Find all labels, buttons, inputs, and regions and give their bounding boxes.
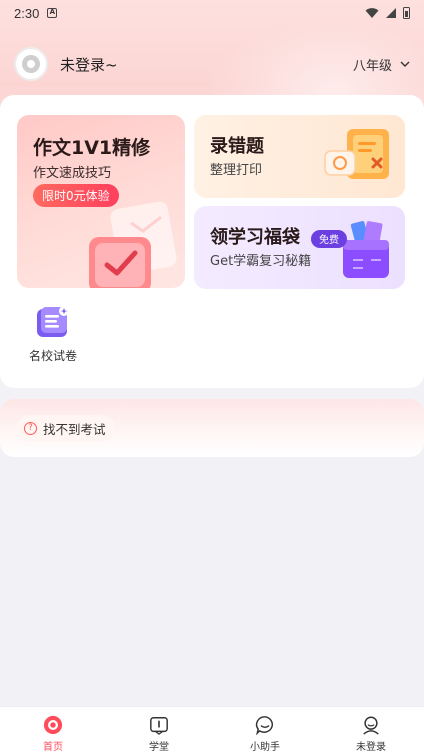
signal-icon [386, 8, 396, 18]
nav-profile[interactable]: 未登录 [318, 707, 424, 753]
avatar-placeholder-icon [22, 55, 40, 73]
exam-not-found-label: 找不到考试 [43, 422, 106, 437]
status-time: 2:30 [14, 5, 40, 21]
feature-panel: 作文1V1精修 作文速成技巧 限时0元体验 录错题 整理打印 领学习福袋 Get… [0, 95, 424, 388]
camera-document-icon [324, 129, 389, 179]
nav-assistant[interactable]: 小助手 [212, 707, 318, 753]
login-status[interactable]: 未登录~ [60, 54, 118, 75]
nav-home-label: 首页 [43, 742, 63, 753]
gift-bag-card[interactable]: 领学习福袋 Get学霸复习秘籍 免费 [194, 206, 405, 289]
avatar[interactable] [14, 47, 48, 81]
battery-icon [403, 7, 410, 19]
book-icon [150, 717, 168, 735]
profile-icon [363, 716, 379, 735]
record-errors-subtitle: 整理打印 [210, 163, 263, 178]
wifi-icon [365, 8, 379, 18]
school-papers-entry[interactable]: 名校试卷 [24, 305, 82, 371]
school-papers-label: 名校试卷 [28, 349, 77, 363]
gift-box-icon: 免费 [311, 221, 389, 278]
essay-illustration-icon [89, 201, 177, 288]
essay-subtitle: 作文速成技巧 [33, 166, 112, 181]
nav-classroom[interactable]: 学堂 [106, 707, 212, 753]
nav-assistant-label: 小助手 [250, 742, 280, 753]
nav-classroom-label: 学堂 [149, 742, 169, 753]
nav-profile-label: 未登录 [356, 742, 386, 753]
free-tag: 免费 [319, 233, 339, 246]
grade-selector[interactable]: 八年级 [353, 55, 410, 74]
notification-a-icon: A [47, 8, 58, 18]
bottom-nav: 首页 学堂 小助手 未登录 [0, 706, 424, 753]
essay-card[interactable]: 作文1V1精修 作文速成技巧 限时0元体验 [17, 115, 185, 288]
exam-panel: ? 找不到考试 [0, 399, 424, 457]
header: 未登录~ 八年级 [14, 46, 410, 82]
nav-home[interactable]: 首页 [0, 707, 106, 753]
exam-not-found-button[interactable]: ? 找不到考试 [16, 415, 115, 442]
home-icon [43, 715, 63, 735]
chevron-down-icon [400, 61, 410, 67]
school-papers-icon [37, 306, 69, 337]
record-errors-card[interactable]: 录错题 整理打印 [194, 115, 405, 198]
record-errors-title: 录错题 [210, 136, 264, 157]
status-icons [365, 7, 410, 19]
gift-bag-title: 领学习福袋 [210, 227, 300, 248]
grade-label: 八年级 [352, 58, 392, 74]
status-bar: 2:30 A [0, 0, 424, 26]
gift-bag-subtitle: Get学霸复习秘籍 [210, 254, 312, 269]
question-icon: ? [24, 422, 37, 435]
chat-icon [255, 716, 274, 735]
essay-title: 作文1V1精修 [33, 137, 151, 159]
